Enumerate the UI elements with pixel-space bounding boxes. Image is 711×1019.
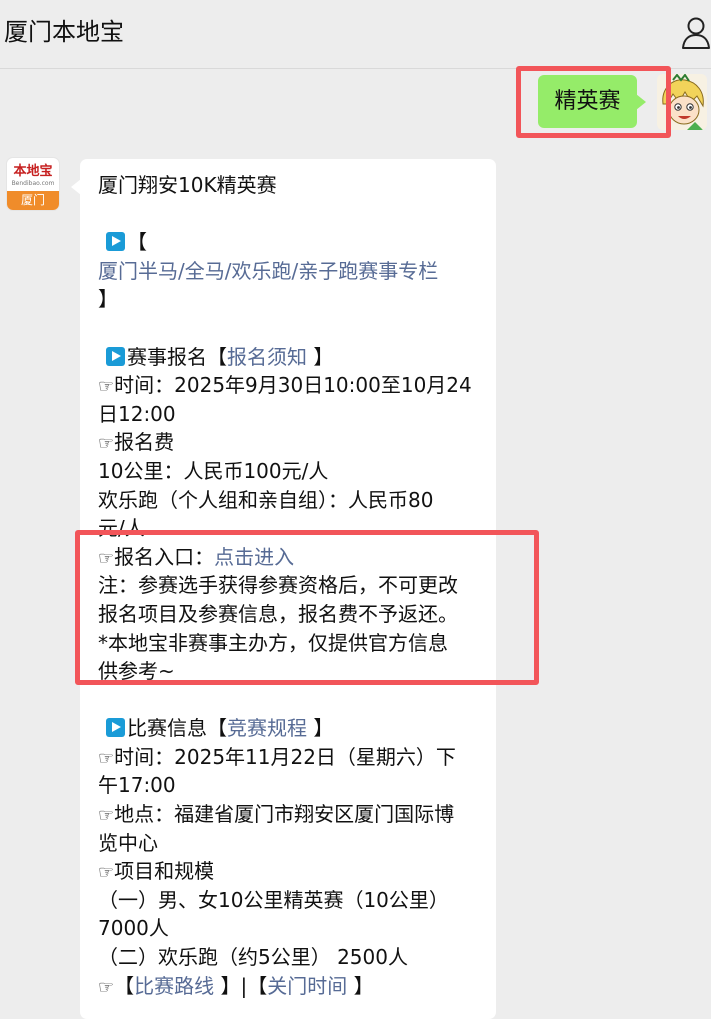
avatar-logo-text: 本地宝 <box>13 164 53 179</box>
message-title: 厦门翔安10K精英赛 <box>98 173 277 197</box>
pointing-hand-icon: ☞ <box>98 433 115 455</box>
pointing-hand-icon: ☞ <box>98 376 115 398</box>
person-icon[interactable] <box>681 16 711 50</box>
route-separator: 】|【 <box>214 973 268 998</box>
race-place-cont: 览中心 <box>98 830 158 855</box>
fee-label: 报名费 <box>114 430 175 455</box>
pointing-hand-icon: ☞ <box>98 747 115 769</box>
registration-heading-close: 】 <box>307 344 334 369</box>
fee-10k: 10公里：人民币100元/人 <box>98 458 329 483</box>
race-time: 时间：2025年11月22日（星期六）下 <box>114 744 456 769</box>
column-link[interactable]: 厦门半马/全马/欢乐跑/亲子跑赛事专栏 <box>98 259 438 283</box>
race-place: 地点：福建省厦门市翔安区厦门国际博 <box>114 802 455 827</box>
chat-title: 厦门本地宝 <box>4 18 124 46</box>
registration-time-cont: 日12:00 <box>98 401 176 426</box>
play-icon <box>106 346 125 366</box>
route-link[interactable]: 比赛路线 <box>134 974 214 998</box>
avatar-city-label: 厦门 <box>7 191 59 210</box>
item-1-cont: 7000人 <box>98 916 169 941</box>
play-icon <box>106 718 125 738</box>
bendibao-avatar[interactable]: 本地宝 Bendibao.com 厦门 <box>7 158 59 210</box>
registration-notice-link[interactable]: 报名须知 <box>227 345 307 369</box>
highlight-box-query <box>516 66 671 138</box>
registration-time: 时间：2025年9月30日10:00至10月24 <box>114 373 472 398</box>
pointing-hand-icon: ☞ <box>98 862 115 884</box>
column-bracket-close: 】 <box>98 287 118 312</box>
race-rules-link[interactable]: 竞赛规程 <box>227 716 307 740</box>
route-bracket-close: 】 <box>347 973 374 998</box>
item-2: （二）欢乐跑（约5公里） 2500人 <box>98 945 408 970</box>
play-icon <box>106 232 125 252</box>
chat-header: 厦门本地宝 <box>0 0 711 69</box>
race-info-heading: 比赛信息【 <box>127 716 227 741</box>
pointing-hand-icon: ☞ <box>98 805 115 827</box>
avatar-logo-url: Bendibao.com <box>11 180 55 187</box>
race-info-heading-close: 】 <box>307 716 334 741</box>
race-time-cont: 午17:00 <box>98 773 176 798</box>
highlight-box-entry <box>75 530 539 685</box>
registration-heading: 赛事报名【 <box>127 344 227 369</box>
pointing-hand-icon: ☞ <box>98 976 115 998</box>
items-label: 项目和规模 <box>114 859 215 884</box>
column-bracket-open: 【 <box>127 230 147 255</box>
route-bracket-open: 【 <box>114 973 135 998</box>
item-1: （一）男、女10公里精英赛（10公里） <box>98 887 449 912</box>
fee-fun-run: 欢乐跑（个人组和亲自组）：人民币80 <box>98 487 434 512</box>
cutoff-time-link[interactable]: 关门时间 <box>267 974 347 998</box>
